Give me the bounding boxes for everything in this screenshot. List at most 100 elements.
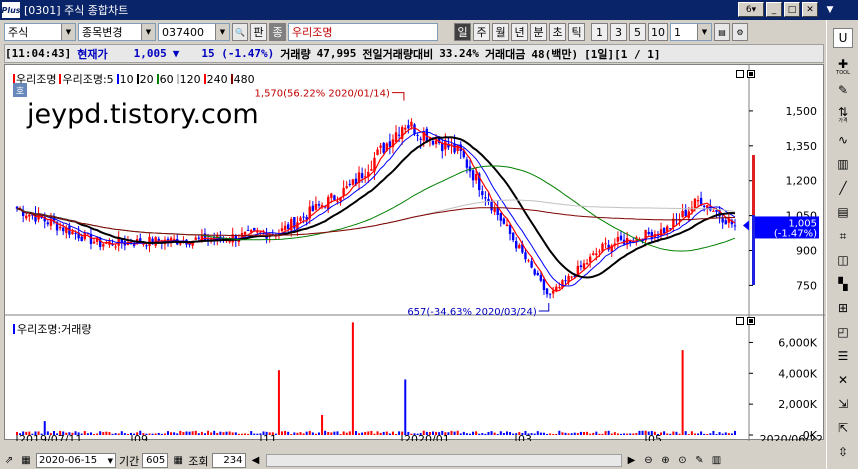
pane-minimize-icon[interactable] [736,70,744,78]
pane-maximize-icon[interactable] [747,317,755,325]
tab-minute[interactable]: 분 [530,23,547,41]
chart-tool-icon[interactable]: ◫ [830,250,856,270]
candle-body [662,227,666,234]
candle-body [471,170,475,181]
volume-bar [558,430,561,435]
candle-body [481,191,484,196]
maximize-icon[interactable]: □ [784,2,800,17]
search-icon[interactable]: 🔍 [232,23,248,41]
chevron-down-icon[interactable]: ▼ [697,24,711,40]
view-input[interactable]: 234 [211,453,246,468]
interval-1-button[interactable]: 1 [591,23,608,41]
volume-bar [327,431,330,435]
bar-icon[interactable]: ▥ [830,154,856,174]
chart-tool-icon[interactable]: ☰ [830,346,856,366]
candle-body [496,208,499,216]
wave-icon[interactable]: ∿ [830,130,856,150]
volume-bar [231,432,234,435]
volume-bar [515,433,518,435]
scroll-left-icon[interactable]: ◀ [249,454,263,468]
price-change: 15 (-1.47%) [201,47,275,60]
volume-bar [697,433,700,435]
volume-bar [102,432,105,435]
candle-body [286,224,290,230]
volume-bar [324,430,327,435]
period-input[interactable]: 605 [142,453,169,468]
volume-bar [123,433,126,435]
close-icon[interactable]: ✕ [802,2,818,17]
pan-button[interactable]: 판 [250,23,267,41]
hoga-button[interactable]: 호 [13,83,27,97]
volume-bar [105,431,108,435]
volume-bar [395,434,398,435]
scrollbar[interactable] [265,454,622,467]
chevron-down-icon[interactable]: ▼ [215,24,229,40]
chevron-down-icon[interactable]: ▼ [822,2,838,17]
volume-bar [564,432,567,435]
candle-body [407,125,410,129]
chevron-down-icon[interactable]: ▼ [61,24,75,40]
chart-area[interactable]: 1,500 1,350 1,200 1,050 900 750 6,000K 4,000K 2,… [4,64,825,441]
pane-maximize-icon[interactable] [747,70,755,78]
stock-name-field[interactable]: 우리조명 [288,23,438,41]
price-icon[interactable]: ⇅ 가격 [830,104,856,124]
chart-tool-icon[interactable]: ▤ [830,202,856,222]
scroll-right-icon[interactable]: ▶ [625,454,639,468]
price-tick-label: 1,500 [786,105,818,118]
tab-day[interactable]: 일 [454,23,471,41]
chart-tool-icon[interactable]: ✕ [830,370,856,390]
candle-body [524,252,527,260]
zoom-out-icon[interactable]: ⊖ [642,454,656,468]
chart-tool-icon[interactable]: ⇱ [830,418,856,438]
minimize-icon[interactable]: _ [766,2,782,17]
pane-minimize-icon[interactable] [736,317,744,325]
interval-10-button[interactable]: 10 [648,23,668,41]
interval-select[interactable]: 1 ▼ [670,23,712,41]
tool-icon[interactable]: ✚ TOOL [830,56,856,76]
tab-year[interactable]: 년 [511,23,528,41]
chart-tool-icon[interactable]: ⇲ [830,394,856,414]
interval-5-button[interactable]: 5 [629,23,646,41]
candle-body [280,228,284,232]
market-select[interactable]: 주식 ▼ [4,23,76,41]
u-icon[interactable]: U [833,28,853,48]
volume-bar [339,434,342,435]
tab-tick[interactable]: 틱 [568,23,585,41]
tab-week[interactable]: 주 [473,23,490,41]
line-icon[interactable]: ╱ [830,178,856,198]
chart-tool-icon[interactable]: ▚ [830,274,856,294]
zoom-in-icon[interactable]: ⊕ [659,454,673,468]
legend-label: 60 [159,72,174,86]
date-tick-label: 11 [263,433,277,441]
volume-value: 47,995 [316,47,357,60]
pin-icon[interactable]: ✎ [693,454,707,468]
indicator-icon[interactable]: ✎ [830,80,856,100]
calendar-icon[interactable]: ▦ [19,454,33,468]
chart-icon[interactable]: ▥ [710,454,724,468]
chart-tool-icon[interactable]: ◰ [830,322,856,342]
candle-body [444,140,447,150]
tab-second[interactable]: 초 [549,23,566,41]
list-icon[interactable]: ▤ [714,23,730,41]
grid-icon[interactable]: ▦ [171,454,185,468]
interval-3-button[interactable]: 3 [610,23,627,41]
volume-bar [533,433,536,435]
volume-bar [484,433,487,435]
amount-label: 거래대금 [484,47,526,61]
code-input[interactable]: 037400 ▼ [158,23,230,41]
tab-month[interactable]: 월 [492,23,509,41]
start-date-input[interactable]: 2020-06-15 ▼ [36,453,116,468]
chevron-down-icon[interactable]: ▼ [141,24,155,40]
volume-bar [111,433,114,435]
draw-line-icon[interactable]: ⇗ [2,454,16,468]
chart-tool-icon[interactable]: ⊞ [830,298,856,318]
reset-icon[interactable]: ⊙ [676,454,690,468]
ma240-line [16,207,736,237]
change-item-select[interactable]: 종목변경 ▼ [78,23,156,41]
gear-icon[interactable]: ⚙ [732,23,748,41]
page-badge[interactable]: 6 ▾ [738,2,764,17]
chart-tool-icon[interactable]: ⌗ [830,226,856,246]
chart-tool-icon[interactable]: ⇳ [830,442,856,462]
volume-bar [450,430,453,435]
jong-button[interactable]: 종 [269,23,286,41]
